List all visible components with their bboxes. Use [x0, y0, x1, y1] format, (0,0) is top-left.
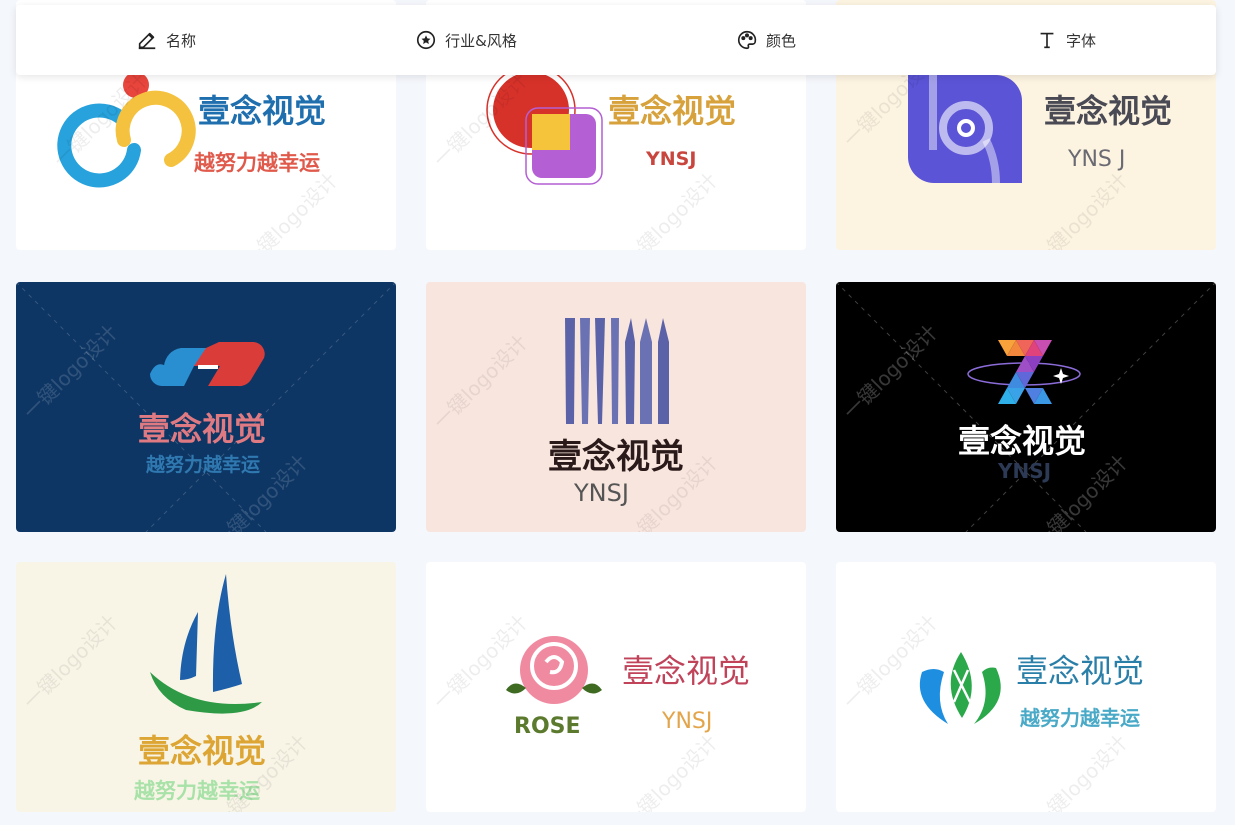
tab-industry-style-label: 行业&风格	[445, 31, 517, 50]
logo-mark-rose-petal	[520, 636, 588, 704]
card-bg	[16, 562, 396, 812]
brand-slogan: YNSJ	[573, 479, 629, 507]
logo-card-5[interactable]: 壹念视觉 YNSJ 一键logo设计 一键logo设计	[426, 282, 806, 532]
brand-slogan: 越努力越幸运	[1019, 706, 1140, 730]
brand-name: 壹念视觉	[1044, 92, 1172, 130]
brand-slogan: YNSJ	[997, 459, 1051, 483]
logo-mark-yellow-square	[532, 114, 570, 150]
tab-font[interactable]: 字体	[916, 29, 1216, 51]
brand-name: 壹念视觉	[622, 652, 750, 690]
brand-name: 壹念视觉	[1016, 652, 1144, 690]
brand-slogan: YNSJ	[645, 148, 696, 170]
tab-font-label: 字体	[1065, 31, 1096, 50]
tab-name-label: 名称	[165, 31, 196, 50]
brand-name: 壹念视觉	[608, 92, 736, 130]
font-icon	[1036, 29, 1058, 51]
tab-industry-style[interactable]: 行业&风格	[316, 29, 616, 51]
brand-slogan: YNS J	[1067, 147, 1125, 172]
logo-card-8[interactable]: ROSE 壹念视觉 YNSJ 一键logo设计 一键logo设计	[426, 562, 806, 812]
logo-card-4[interactable]: 壹念视觉 越努力越幸运 一键logo设计 一键logo设计	[16, 282, 396, 532]
tab-color[interactable]: 颜色	[616, 29, 916, 51]
logo-card-7[interactable]: 壹念视觉 越努力越幸运 一键logo设计 一键logo设计	[16, 562, 396, 812]
brand-slogan: 越努力越幸运	[145, 453, 260, 476]
brand-name: 壹念视觉	[138, 732, 266, 770]
brand-slogan: 越努力越幸运	[133, 779, 260, 803]
logo-grid: 壹念视觉 越努力越幸运 一键logo设计 一键logo设计 壹念视觉 YNSJ …	[16, 0, 1216, 825]
logo-mark-bar	[565, 318, 575, 424]
tab-color-label: 颜色	[765, 31, 796, 50]
logo-mark-purple-block	[908, 75, 1022, 183]
logo-card-9[interactable]: 壹念视觉 越努力越幸运 一键logo设计 一键logo设计	[836, 562, 1216, 812]
brand-name: 壹念视觉	[198, 92, 326, 130]
brand-name: 壹念视觉	[138, 410, 266, 448]
brand-slogan: 越努力越幸运	[193, 151, 320, 175]
logo-card-6[interactable]: 壹念视觉 YNSJ 一键logo设计 一键logo设计	[836, 282, 1216, 532]
star-circle-icon	[415, 29, 437, 51]
logo-mark-dash	[198, 365, 218, 369]
pencil-icon	[136, 29, 158, 51]
brand-name: 壹念视觉	[548, 437, 684, 477]
brand-slogan: YNSJ	[661, 709, 712, 734]
tab-name[interactable]: 名称	[16, 29, 316, 51]
toolbar: 名称 行业&风格 颜色 字体	[16, 5, 1216, 75]
logo-mark-bar	[611, 318, 619, 424]
palette-icon	[736, 29, 758, 51]
brand-name: 壹念视觉	[958, 422, 1086, 460]
card-bg	[16, 282, 396, 532]
brand-badge: ROSE	[514, 714, 581, 739]
card-bg	[836, 282, 1216, 532]
